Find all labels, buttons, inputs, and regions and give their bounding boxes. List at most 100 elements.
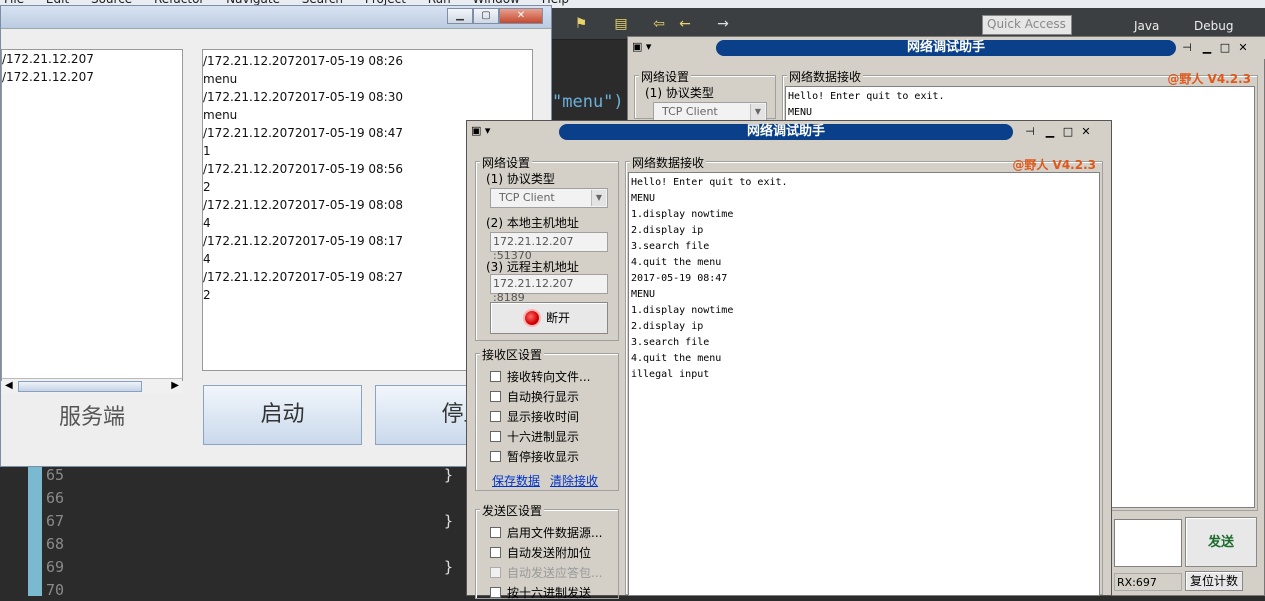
rx-counter: RX:697	[1114, 573, 1182, 591]
protocol-label: (1) 协议类型	[486, 172, 555, 186]
minimize-icon[interactable]: ▁	[447, 8, 473, 24]
received-line: 3.search file	[631, 241, 710, 252]
window-title: 网络调试助手	[716, 40, 1176, 56]
received-line: 1.display nowtime	[631, 305, 734, 316]
perspective-debug[interactable]: Debug	[1178, 16, 1233, 36]
recv-to-file-checkbox[interactable]: 接收转向文件...	[490, 368, 590, 385]
version-label: @野人 V4.2.3	[1012, 158, 1096, 172]
group-title: 网络数据接收	[787, 68, 864, 85]
received-line: illegal input	[631, 369, 710, 380]
auto-reply-checkbox: 自动发送应答包...	[490, 564, 602, 581]
code-editor[interactable]: 65 66 67 68 69 70 } } }	[0, 464, 470, 599]
pin-icon[interactable]: ⊣	[1023, 125, 1037, 139]
line-number: 70	[46, 581, 65, 599]
scroll-right-icon[interactable]: ▶	[171, 380, 179, 391]
clear-recv-link[interactable]: 清除接收	[550, 472, 598, 489]
received-line: 2.display ip	[631, 321, 704, 332]
received-line: MENU	[631, 193, 656, 204]
show-time-checkbox[interactable]: 显示接收时间	[490, 408, 579, 425]
group-title: 网络数据接收	[630, 154, 707, 171]
received-line: Hello! Enter quit to exit.	[631, 177, 788, 188]
toolbar-back-icon[interactable]: ⇦	[648, 14, 670, 34]
start-button[interactable]: 启动	[203, 385, 362, 445]
received-line: 4.quit the menu	[631, 257, 722, 268]
protocol-value: TCP Client	[662, 105, 718, 118]
received-line: 3.search file	[631, 337, 710, 348]
protocol-label: (1) 协议类型	[645, 86, 714, 100]
quick-access-input[interactable]: Quick Access	[982, 15, 1072, 35]
close-icon[interactable]: ✕	[499, 8, 543, 24]
received-line: MENU	[631, 289, 656, 300]
server-titlebar[interactable]: ▁ ▢ ✕	[1, 6, 551, 28]
toolbar-open-icon[interactable]: ▤	[610, 14, 632, 34]
client-list[interactable]: /172.21.12.207 /172.21.12.207 ◀ ▶	[1, 49, 183, 394]
minimize-icon[interactable]: ▁	[1043, 125, 1057, 139]
system-menu-icon[interactable]: ▣ ▾	[471, 124, 490, 137]
remote-address-field[interactable]: 172.21.12.207 :8189	[490, 274, 608, 304]
chevron-down-icon[interactable]: ▼	[750, 104, 765, 120]
line-number: 67	[46, 512, 65, 530]
line-number: 65	[46, 466, 65, 484]
received-line: 4.quit the menu	[631, 353, 722, 364]
network-settings-group: 网络设置 (1) 协议类型 TCP Client ▼ (2) 本地主机地址 172…	[475, 154, 619, 341]
system-menu-icon[interactable]: ▣ ▾	[632, 40, 651, 53]
close-icon[interactable]: ✕	[1079, 125, 1093, 139]
front-assistant-window: ▣ ▾ 网络调试助手 ⊣ ▁ □ ✕ 网络设置 (1) 协议类型 TCP Cli…	[466, 120, 1112, 601]
disconnect-button[interactable]: 断开	[490, 302, 608, 334]
window-title: 网络调试助手	[559, 124, 1013, 140]
local-address-label: (2) 本地主机地址	[486, 216, 579, 230]
toolbar-debug-icon[interactable]: ⚑	[570, 14, 592, 34]
group-title: 网络设置	[480, 154, 533, 171]
pause-display-checkbox[interactable]: 暂停接收显示	[490, 448, 579, 465]
received-line: MENU	[788, 107, 813, 118]
send-settings-group: 发送区设置 启用文件数据源... 自动发送附加位 自动发送应答包... 按十六进…	[475, 502, 619, 601]
close-icon[interactable]: ✕	[1236, 41, 1250, 55]
network-settings-group: 网络设置 (1) 协议类型 TCP Client ▼	[634, 68, 776, 122]
horizontal-scrollbar[interactable]: ◀ ▶	[2, 378, 182, 394]
auto-wrap-checkbox[interactable]: 自动换行显示	[490, 388, 579, 405]
log-line[interactable]: /172.21.12.2072017-05-19 08:30	[203, 88, 532, 106]
received-line: 2.display ip	[631, 225, 704, 236]
led-icon	[525, 311, 539, 325]
toolbar-prev-icon[interactable]: ←	[674, 14, 696, 34]
perspective-java[interactable]: Java	[1118, 16, 1159, 36]
pin-icon[interactable]: ⊣	[1180, 41, 1194, 55]
minimize-icon[interactable]: ▁	[1200, 41, 1214, 55]
file-source-checkbox[interactable]: 启用文件数据源...	[490, 524, 602, 541]
front-titlebar[interactable]: ▣ ▾ 网络调试助手 ⊣ ▁ □ ✕	[467, 121, 1111, 143]
local-address-field[interactable]: 172.21.12.207 :51370	[490, 232, 608, 262]
log-line[interactable]: /172.21.12.2072017-05-19 08:26	[203, 52, 532, 70]
code-literal: "menu")	[552, 92, 624, 112]
protocol-select[interactable]: TCP Client ▼	[490, 188, 608, 208]
rear-titlebar[interactable]: ▣ ▾ 网络调试助手 ⊣ ▁ □ ✕	[628, 37, 1265, 59]
group-title: 网络设置	[639, 68, 692, 85]
received-line: 2017-05-19 08:47	[631, 273, 728, 284]
hex-send-checkbox[interactable]: 按十六进制发送	[490, 584, 591, 601]
maximize-icon[interactable]: □	[1061, 125, 1075, 139]
chevron-down-icon[interactable]: ▼	[591, 190, 606, 206]
reset-count-button[interactable]: 复位计数	[1185, 571, 1243, 591]
send-button[interactable]: 发送	[1185, 517, 1257, 567]
receive-textarea[interactable]: Hello! Enter quit to exit. MENU 1.display …	[628, 172, 1100, 596]
line-number: 66	[46, 489, 65, 507]
maximize-icon[interactable]: ▢	[473, 8, 499, 24]
received-line: 1.display nowtime	[631, 209, 734, 220]
line-number: 69	[46, 558, 65, 576]
code-brace: }	[444, 512, 454, 530]
save-data-link[interactable]: 保存数据	[492, 472, 540, 489]
server-label: 服务端	[58, 405, 125, 430]
scroll-thumb[interactable]	[18, 381, 142, 392]
scroll-left-icon[interactable]: ◀	[5, 380, 13, 391]
hex-display-checkbox[interactable]: 十六进制显示	[490, 428, 579, 445]
maximize-icon[interactable]: □	[1218, 41, 1232, 55]
auto-append-checkbox[interactable]: 自动发送附加位	[490, 544, 591, 561]
protocol-select[interactable]: TCP Client ▼	[653, 102, 767, 122]
toolbar-forward-icon[interactable]: →	[712, 14, 734, 34]
receive-settings-group: 接收区设置 接收转向文件... 自动换行显示 显示接收时间 十六进制显示 暂停接…	[475, 346, 619, 491]
receive-group: 网络数据接收 @野人 V4.2.3 Hello! Enter quit to e…	[625, 154, 1103, 596]
log-line[interactable]: menu	[203, 70, 532, 88]
list-item[interactable]: /172.21.12.207	[2, 50, 182, 68]
send-textarea[interactable]	[1114, 519, 1182, 567]
list-item[interactable]: /172.21.12.207	[2, 68, 182, 86]
remote-address-label: (3) 远程主机地址	[486, 260, 579, 274]
